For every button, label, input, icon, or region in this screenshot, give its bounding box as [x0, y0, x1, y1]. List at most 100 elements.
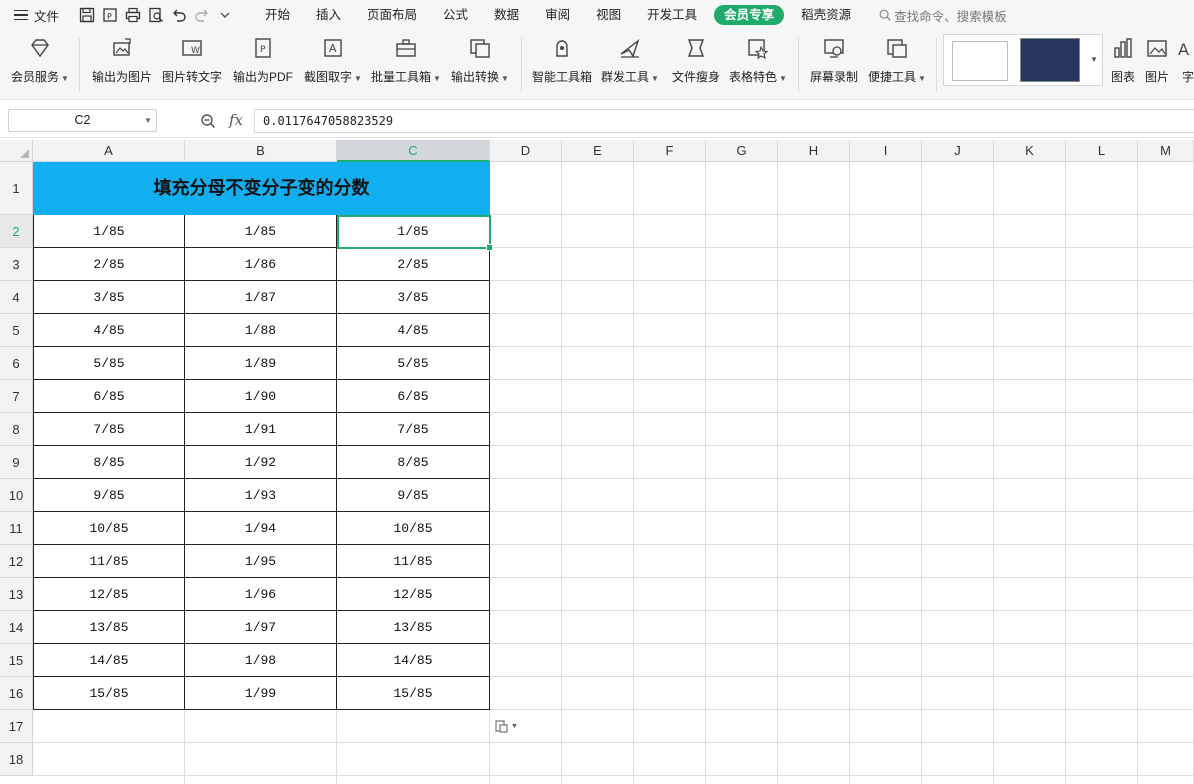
- row-header[interactable]: 11: [0, 512, 33, 545]
- formula-input[interactable]: 0.0117647058823529: [254, 109, 1194, 133]
- print-icon[interactable]: [124, 7, 141, 24]
- ribbon-button[interactable]: 图片: [1145, 36, 1169, 85]
- table-cell[interactable]: 14/85: [33, 644, 185, 677]
- menu-tab[interactable]: 公式: [430, 0, 481, 30]
- ribbon-button[interactable]: 智能工具箱: [532, 36, 592, 85]
- column-header[interactable]: G: [706, 140, 778, 162]
- column-header[interactable]: J: [922, 140, 994, 162]
- table-cell[interactable]: 8/85: [33, 446, 185, 479]
- ribbon-button[interactable]: 屏幕录制: [810, 36, 858, 85]
- table-cell[interactable]: 1/86: [185, 248, 337, 281]
- table-cell[interactable]: 1/91: [185, 413, 337, 446]
- row-header[interactable]: 5: [0, 314, 33, 347]
- row-header[interactable]: 12: [0, 545, 33, 578]
- ribbon-button[interactable]: 文件瘦身: [672, 36, 720, 85]
- print-preview-icon[interactable]: [147, 7, 164, 24]
- template-thumbnail[interactable]: [1020, 38, 1080, 82]
- ribbon-button[interactable]: 图表: [1111, 36, 1135, 85]
- column-header[interactable]: M: [1138, 140, 1194, 162]
- row-header[interactable]: 8: [0, 413, 33, 446]
- table-cell[interactable]: 1/90: [185, 380, 337, 413]
- table-cell[interactable]: 5/85: [33, 347, 185, 380]
- ribbon-button[interactable]: A 截图取字 ▼: [304, 36, 362, 85]
- table-cell[interactable]: 11/85: [337, 545, 490, 578]
- table-cell[interactable]: 2/85: [33, 248, 185, 281]
- table-cell[interactable]: 1/87: [185, 281, 337, 314]
- table-cell[interactable]: 7/85: [33, 413, 185, 446]
- column-header[interactable]: A: [33, 140, 185, 162]
- table-cell[interactable]: 3/85: [337, 281, 490, 314]
- column-header[interactable]: B: [185, 140, 337, 162]
- row-header[interactable]: 15: [0, 644, 33, 677]
- ribbon-button[interactable]: A字: [1176, 36, 1194, 85]
- fx-icon[interactable]: fx: [229, 111, 243, 129]
- table-cell[interactable]: 6/85: [337, 380, 490, 413]
- row-header[interactable]: 10: [0, 479, 33, 512]
- chevron-down-icon[interactable]: ▼: [1090, 55, 1098, 64]
- undo-icon[interactable]: [170, 7, 187, 24]
- table-cell[interactable]: 10/85: [33, 512, 185, 545]
- row-header[interactable]: 17: [0, 710, 33, 743]
- menu-tab[interactable]: 视图: [583, 0, 634, 30]
- row-header[interactable]: 3: [0, 248, 33, 281]
- zoom-icon[interactable]: [200, 113, 216, 129]
- ribbon-button[interactable]: 表格特色 ▼: [729, 36, 787, 85]
- redo-icon[interactable]: [193, 7, 210, 24]
- menu-tab[interactable]: 数据: [481, 0, 532, 30]
- table-cell[interactable]: 9/85: [337, 479, 490, 512]
- chevron-down-icon[interactable]: ▼: [144, 110, 152, 131]
- menu-tab[interactable]: 审阅: [532, 0, 583, 30]
- table-cell[interactable]: 1/95: [185, 545, 337, 578]
- column-header[interactable]: H: [778, 140, 850, 162]
- export-pdf-quick-icon[interactable]: P: [101, 7, 118, 24]
- table-cell[interactable]: 6/85: [33, 380, 185, 413]
- table-cell[interactable]: 1/98: [185, 644, 337, 677]
- table-cell[interactable]: 15/85: [33, 677, 185, 710]
- column-header[interactable]: C: [337, 140, 490, 162]
- row-header[interactable]: 13: [0, 578, 33, 611]
- ribbon-button[interactable]: P 输出为PDF: [233, 36, 293, 85]
- table-cell[interactable]: 8/85: [337, 446, 490, 479]
- table-cell[interactable]: 3/85: [33, 281, 185, 314]
- command-search[interactable]: 查找命令、搜索模板: [878, 6, 1007, 25]
- ribbon-button[interactable]: 便捷工具 ▼: [868, 36, 926, 85]
- column-header[interactable]: D: [490, 140, 562, 162]
- menu-tab[interactable]: 开发工具: [634, 0, 710, 30]
- row-header[interactable]: 16: [0, 677, 33, 710]
- table-cell[interactable]: 5/85: [337, 347, 490, 380]
- column-header[interactable]: F: [634, 140, 706, 162]
- table-cell[interactable]: 12/85: [337, 578, 490, 611]
- chevron-down-icon[interactable]: [216, 7, 233, 24]
- table-cell[interactable]: 1/92: [185, 446, 337, 479]
- name-box[interactable]: C2 ▼: [8, 109, 157, 132]
- row-header[interactable]: 4: [0, 281, 33, 314]
- table-cell[interactable]: 1/93: [185, 479, 337, 512]
- table-cell[interactable]: 1/88: [185, 314, 337, 347]
- row-header[interactable]: 18: [0, 743, 33, 776]
- table-cell[interactable]: 9/85: [33, 479, 185, 512]
- menu-tab[interactable]: 插入: [303, 0, 354, 30]
- column-header[interactable]: K: [994, 140, 1066, 162]
- column-header[interactable]: L: [1066, 140, 1138, 162]
- table-cell[interactable]: 13/85: [33, 611, 185, 644]
- row-header[interactable]: 14: [0, 611, 33, 644]
- file-menu[interactable]: 文件: [0, 6, 72, 25]
- table-cell[interactable]: 15/85: [337, 677, 490, 710]
- table-cell[interactable]: 13/85: [337, 611, 490, 644]
- menu-tab[interactable]: 会员专享: [714, 5, 785, 25]
- table-cell[interactable]: 4/85: [337, 314, 490, 347]
- ribbon-button[interactable]: W 图片转文字: [162, 36, 222, 85]
- menu-tab[interactable]: 稻壳资源: [788, 0, 864, 30]
- ribbon-button[interactable]: 会员服务 ▼: [11, 36, 69, 85]
- table-cell[interactable]: 7/85: [337, 413, 490, 446]
- row-header[interactable]: 6: [0, 347, 33, 380]
- ribbon-button[interactable]: 批量工具箱 ▼: [371, 36, 441, 85]
- row-header[interactable]: 9: [0, 446, 33, 479]
- paste-options-button[interactable]: ▼: [495, 718, 523, 734]
- table-cell[interactable]: 1/97: [185, 611, 337, 644]
- save-icon[interactable]: [78, 7, 95, 24]
- template-gallery[interactable]: ▼: [943, 34, 1103, 86]
- row-header[interactable]: 7: [0, 380, 33, 413]
- ribbon-button[interactable]: 群发工具 ▼: [601, 36, 659, 85]
- template-thumbnail[interactable]: [952, 41, 1008, 81]
